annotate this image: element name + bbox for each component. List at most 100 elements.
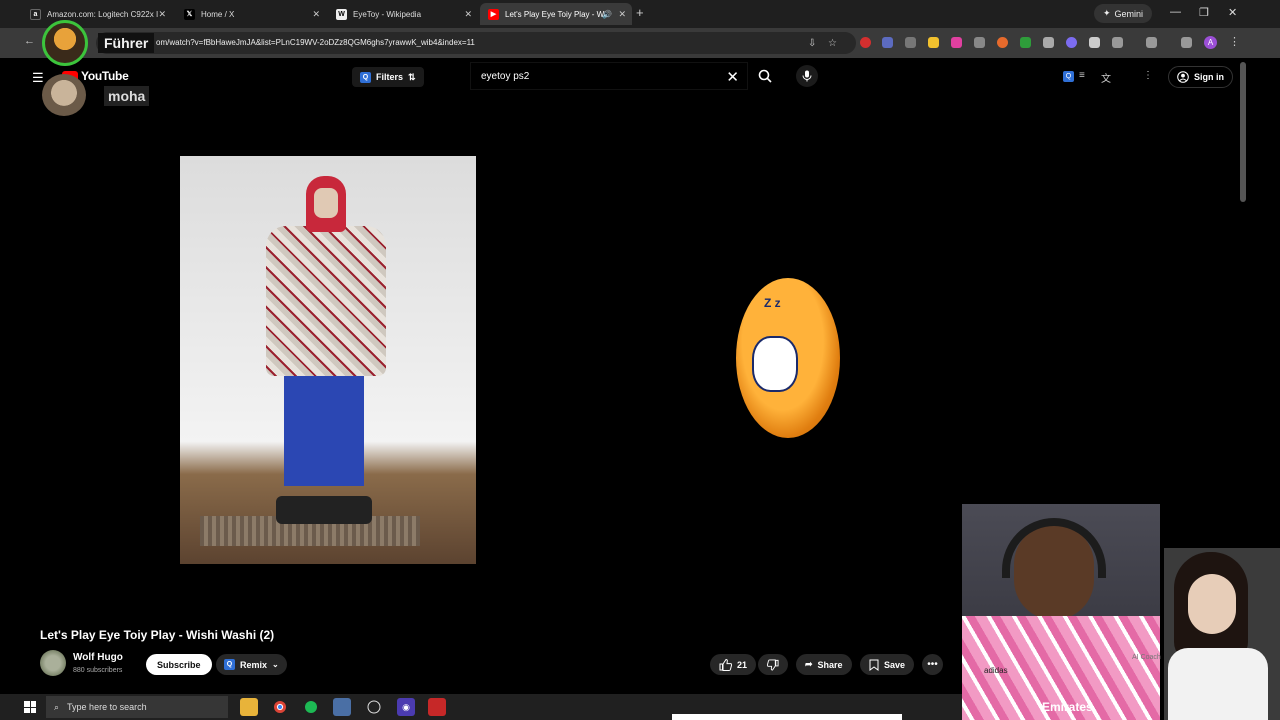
dislike-button[interactable] [758, 654, 788, 675]
gemini-button[interactable]: ✦ Gemini [1094, 4, 1153, 23]
share-label: Share [817, 659, 843, 670]
profile-initial: A [1207, 38, 1214, 47]
extension-icon[interactable] [1089, 37, 1100, 48]
amazon-icon: a [30, 8, 41, 20]
headphones-icon [1002, 518, 1106, 578]
new-tab-icon[interactable]: + [636, 5, 644, 20]
obs-icon[interactable] [365, 698, 383, 716]
translate-icon[interactable]: 文 [1101, 70, 1111, 85]
guest-avatar [42, 74, 86, 116]
dancer-feet [276, 496, 372, 524]
settings-kebab-icon[interactable]: ⋮ [1143, 70, 1153, 81]
share-icon: ➦ [805, 659, 813, 669]
chrome-icon[interactable] [271, 698, 289, 716]
extension-icon[interactable] [860, 37, 871, 48]
tab-title: EyeToy - Wikipedia [353, 9, 422, 19]
close-tab-icon[interactable]: ✕ [312, 9, 320, 20]
channel-avatar[interactable] [40, 650, 66, 676]
search-button[interactable] [752, 62, 778, 90]
close-tab-icon[interactable]: ✕ [618, 9, 626, 20]
like-count: 21 [737, 659, 748, 670]
channel-name[interactable]: Wolf Hugo [73, 652, 123, 663]
thumbs-up-icon [719, 658, 732, 671]
account-icon [1177, 71, 1189, 83]
star-icon[interactable]: ☆ [828, 38, 837, 49]
extension-icon[interactable] [882, 37, 893, 48]
share-button[interactable]: ➦ Share [796, 654, 852, 675]
tab-x[interactable]: 𝕏 Home / X ✕ [176, 3, 326, 25]
extension-icon[interactable] [1066, 37, 1077, 48]
extension-q-icon: Q [360, 71, 371, 83]
search-icon [758, 69, 772, 83]
close-tab-icon[interactable]: ✕ [464, 9, 472, 20]
taskbar-search[interactable]: ⌕ Type here to search [46, 696, 228, 718]
list-icon[interactable]: ≡ [1079, 70, 1085, 81]
jersey-brand: adidas [984, 666, 1008, 675]
webcam-feed-streamer: adidas Emirates [962, 504, 1160, 720]
like-button[interactable]: 21 [710, 654, 757, 675]
install-icon[interactable]: ⇩ [808, 38, 816, 49]
jersey-sponsor: Emirates [1042, 700, 1093, 714]
extension-icon[interactable] [951, 37, 962, 48]
x-icon: 𝕏 [184, 8, 195, 20]
clear-search-icon[interactable]: ✕ [726, 68, 739, 86]
speaker-icon[interactable]: 🔊 [602, 10, 612, 19]
voice-search-button[interactable] [796, 65, 818, 87]
tab-title: Amazon.com: Logitech C922x I [47, 9, 159, 19]
streamer-name-label: Führer [98, 33, 155, 53]
search-input[interactable]: eyetoy ps2 [481, 71, 529, 82]
subscriber-count: 880 subscribers [73, 667, 123, 674]
close-window-icon[interactable]: ✕ [1228, 6, 1237, 19]
page-scrollbar[interactable] [1240, 62, 1246, 202]
youtube-logo-text: YouTube [81, 69, 129, 83]
hamburger-menu-icon[interactable]: ☰ [32, 70, 44, 86]
address-bar[interactable]: om/watch?v=fBbHaweJmJA&list=PLnC19WV-2oD… [96, 32, 856, 54]
restore-icon[interactable]: ❐ [1199, 6, 1209, 19]
media-icon[interactable] [1181, 37, 1192, 48]
more-actions-button[interactable]: ••• [922, 654, 943, 675]
tab-title: Home / X [201, 9, 235, 19]
tab-amazon[interactable]: a Amazon.com: Logitech C922x I ✕ [22, 3, 172, 25]
tab-wikipedia[interactable]: W EyeToy - Wikipedia ✕ [328, 3, 478, 25]
discord-icon[interactable]: ◉ [397, 698, 415, 716]
remix-icon: Q [224, 659, 235, 670]
ghost-mascot-icon [752, 336, 798, 392]
extension-icon[interactable] [1043, 37, 1054, 48]
browser-tabstrip: a Amazon.com: Logitech C922x I ✕ 𝕏 Home … [0, 0, 1280, 28]
filters-button[interactable]: Q Filters ⇅ [352, 67, 424, 87]
windows-start-icon[interactable] [24, 701, 36, 713]
file-explorer-icon[interactable] [240, 698, 258, 716]
minimize-icon[interactable]: — [1170, 6, 1181, 18]
tab-youtube[interactable]: ▶ Let's Play Eye Toiy Play - Wi 🔊 ✕ [480, 3, 632, 25]
guest-name-label: moha [104, 86, 150, 106]
back-icon[interactable]: ← [24, 35, 35, 47]
close-tab-icon[interactable]: ✕ [158, 9, 166, 20]
menu-kebab-icon[interactable]: ⋮ [1229, 35, 1240, 48]
search-box[interactable]: eyetoy ps2 ✕ [470, 62, 748, 90]
app-icon[interactable] [428, 698, 446, 716]
extension-icon[interactable] [997, 37, 1008, 48]
dancer-face [314, 188, 338, 218]
extension-icon[interactable] [928, 37, 939, 48]
subscribe-button[interactable]: Subscribe [146, 654, 212, 675]
save-label: Save [884, 659, 906, 670]
more-horizontal-icon: ••• [927, 659, 938, 670]
sidepanel-icon[interactable] [1146, 37, 1157, 48]
wikipedia-icon: W [336, 8, 347, 20]
remix-button[interactable]: Q Remix ⌄ [216, 654, 287, 675]
extension-icon[interactable] [905, 37, 916, 48]
remix-label: Remix [240, 659, 268, 670]
sign-in-button[interactable]: Sign in [1168, 66, 1233, 88]
extension-q-icon[interactable]: Q [1063, 71, 1074, 82]
save-button[interactable]: Save [860, 654, 915, 675]
url-text: om/watch?v=fBbHaweJmJA&list=PLnC19WV-2oD… [156, 38, 475, 47]
profile-avatar[interactable]: A [1204, 36, 1217, 49]
spotify-icon[interactable] [302, 698, 320, 716]
extension-icon[interactable] [974, 37, 985, 48]
app-icon[interactable] [333, 698, 351, 716]
coach-label: AI Coach [1132, 654, 1161, 661]
extension-icon[interactable] [1020, 37, 1031, 48]
bookmark-icon [869, 659, 879, 671]
sliders-icon: ⇅ [408, 71, 416, 82]
puzzle-icon[interactable] [1112, 37, 1123, 48]
